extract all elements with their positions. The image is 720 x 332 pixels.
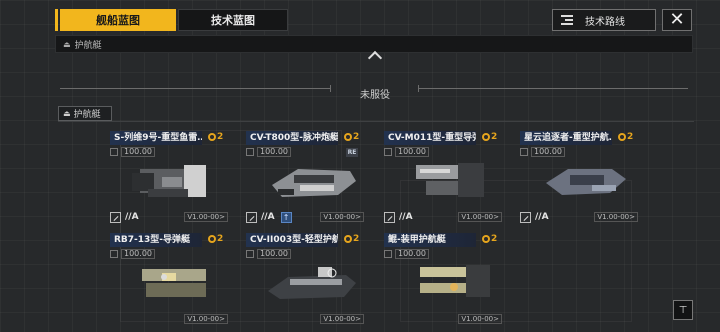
tech-route-label: 技术路线 [585,16,625,28]
ship-card-star-count: 2 [491,234,498,244]
star-icon [344,235,352,243]
ship-icon [122,257,230,309]
list-icon [561,15,573,25]
ammo-icon [520,211,531,223]
ship-card-grade: //A [125,212,139,222]
ship-card-footer: //A ↑ V1.00-00> [246,211,374,223]
ship-icon [258,155,366,207]
ship-card[interactable]: CV-II003型-轻型护航…2100.00V1.00-00> [246,233,374,329]
level-icon [384,249,392,258]
divider [60,88,330,89]
level-icon [246,249,254,258]
star-icon [208,133,216,141]
ship-card-star-count: 2 [353,234,360,244]
ammo-icon [384,211,395,223]
ship-card-footer: V1.00-00> [110,313,238,325]
ship-card-title: RB7-13型-导弹艇 [110,233,202,247]
ship-card-title: 鲲-装甲护航艇 [384,233,476,247]
ship-card-version: V1.00-00> [320,314,364,324]
tab-tech-blueprint[interactable]: 技术蓝图 [178,9,288,31]
sort-filter-button[interactable]: ⊤ [673,300,693,320]
tab-ship-blueprint[interactable]: 舰船蓝图 [55,9,176,31]
star-icon [482,235,490,243]
sort-filter-icon: ⊤ [678,304,688,316]
ship-card-grade: //A [399,212,413,222]
ship-card-title: CV-M011型-重型导弹… [384,131,476,145]
level-icon [110,147,118,156]
level-icon [246,147,254,156]
ship-card-version: V1.00-00> [184,314,228,324]
ship-card-version: V1.00-00> [458,314,502,324]
ship-icon [122,155,230,207]
ship-card-title: 星云追逐者-重型护航… [520,131,612,145]
ship-card-stars: 2 [208,234,223,244]
tech-route-button[interactable]: 技术路线 [552,9,656,31]
ship-card-stars: 2 [344,234,359,244]
ship-card-grade: //A [261,212,275,222]
close-icon: ✕ [669,9,685,30]
upgrade-icon[interactable]: ↑ [280,211,292,223]
ship-card-version: V1.00-00> [184,212,228,222]
ship-card-version: V1.00-00> [458,212,502,222]
ship-icon [532,155,640,207]
ship-card[interactable]: 鲲-装甲护航艇 2 100.00 V1.00-00> [384,233,512,329]
ship-icon [396,257,504,309]
ship-card[interactable]: CV-T800型-脉冲炮艇 2 100.00 RE//A ↑ V1.00-00> [246,131,374,227]
ship-card[interactable]: 星云追逐者-重型护航… 2 100.00//A V1.00-00> [520,131,648,227]
ship-card-footer: V1.00-00> [246,313,374,325]
section-title: 未服役 [360,90,390,101]
ship-icon: ⏏ [63,109,71,118]
ship-card[interactable]: RB7-13型-导弹艇 2 100.00 V1.00-00> [110,233,238,329]
ship-icon [396,155,504,207]
category-header[interactable]: ⏏ 护航艇 [58,106,112,121]
star-icon [208,235,216,243]
ship-card-stars: 2 [482,234,497,244]
star-icon [344,133,352,141]
ship-icon: ⏏ [63,39,71,49]
ship-card-stars: 2 [618,132,633,142]
ship-card[interactable]: CV-M011型-重型导弹…2100.00//AV1.00-00> [384,131,512,227]
ship-card-star-count: 2 [353,132,360,142]
ammo-icon [110,211,121,223]
ship-card-footer: //A V1.00-00> [384,211,512,223]
ship-card-stars: 2 [208,132,223,142]
divider [418,88,688,89]
ship-card-star-count: 2 [217,234,224,244]
ship-card-title: CV-T800型-脉冲炮艇 [246,131,338,145]
ship-card-stars: 2 [482,132,497,142]
ship-card-title: CV-II003型-轻型护航… [246,233,338,247]
ship-card-title: S-列维9号-重型鱼雷… [110,131,202,145]
ship-card-footer: V1.00-00> [384,313,512,325]
filter-bar-label: 护航艇 [74,40,102,51]
level-icon [384,147,392,156]
level-icon [520,147,528,156]
star-icon [618,133,626,141]
divider [58,121,694,122]
ship-card-footer: //A V1.00-00> [110,211,238,223]
ship-card-footer: //A V1.00-00> [520,211,648,223]
ship-card[interactable]: S-列维9号-重型鱼雷… 2 100.00//A V1.00-00> [110,131,238,227]
ship-card-stars: 2 [344,132,359,142]
category-label: 护航艇 [73,110,101,120]
ship-card-star-count: 2 [217,132,224,142]
ship-card-grade: //A [535,212,549,222]
ship-card-version: V1.00-00> [594,212,638,222]
ship-card-version: V1.00-00> [320,212,364,222]
ship-card-star-count: 2 [627,132,634,142]
level-icon [110,249,118,258]
ship-icon [258,257,366,309]
close-button[interactable]: ✕ [662,9,692,31]
ship-card-star-count: 2 [491,132,498,142]
ammo-icon [246,211,257,223]
star-icon [482,133,490,141]
